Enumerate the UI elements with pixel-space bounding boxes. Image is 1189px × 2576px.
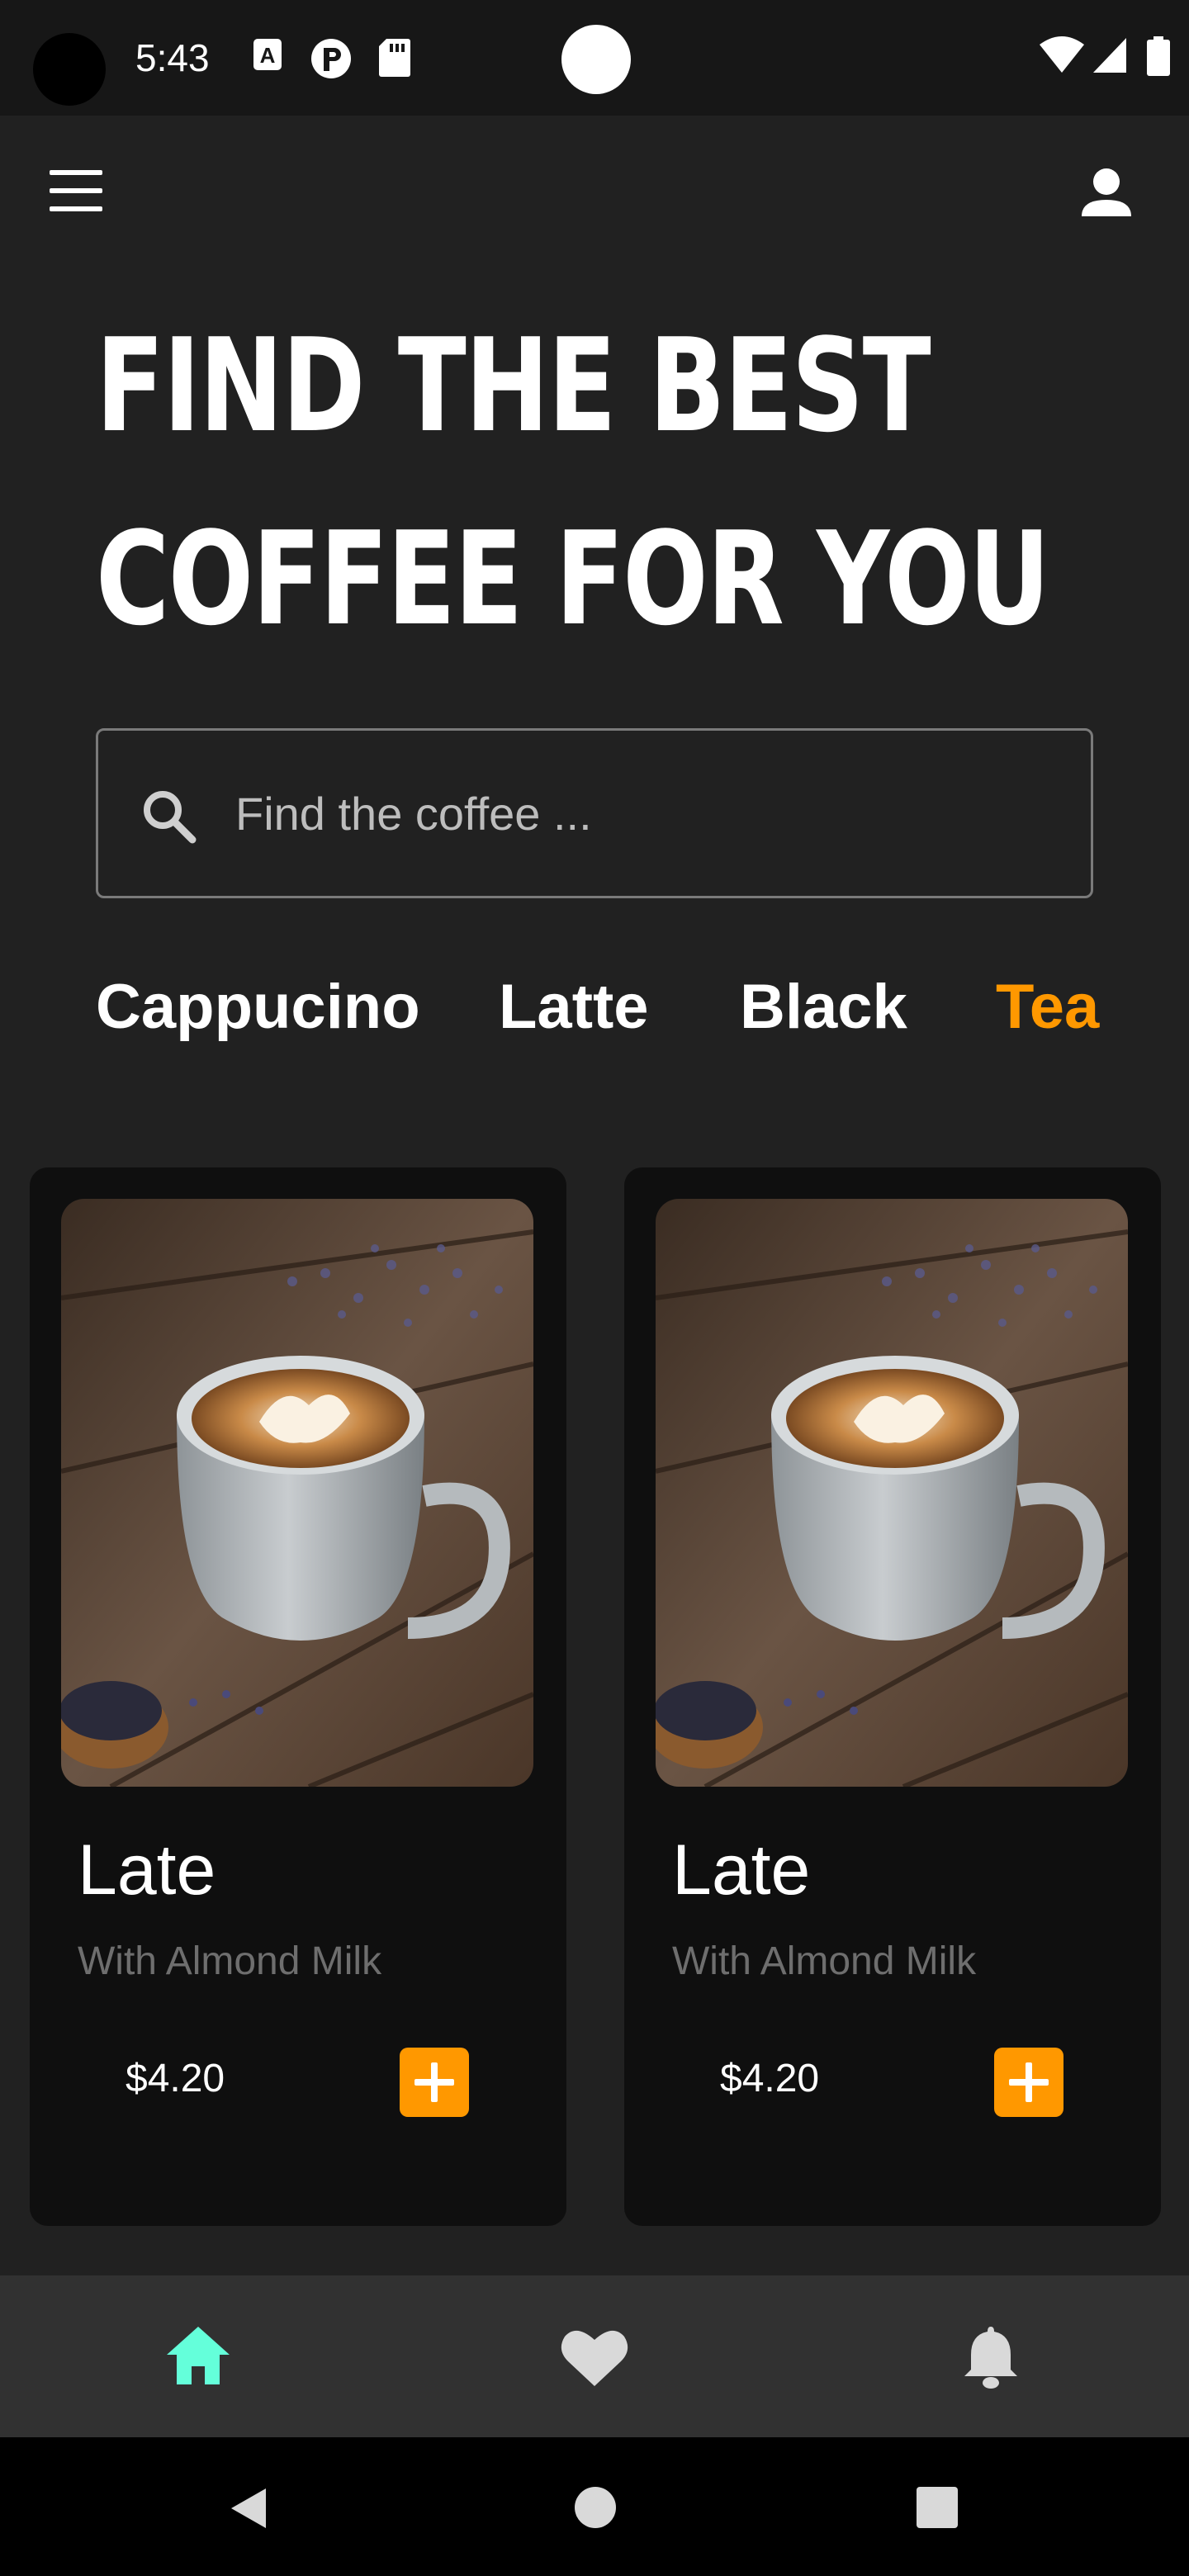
sd-card-icon xyxy=(379,39,410,77)
tab-black[interactable]: Black xyxy=(740,966,907,1049)
search-icon xyxy=(144,791,197,844)
p-circle-icon xyxy=(311,39,351,78)
bottom-navigation xyxy=(0,2275,1189,2437)
tab-latte[interactable]: Latte xyxy=(499,966,649,1049)
product-price: $4.20 xyxy=(126,2057,225,2100)
hamburger-menu-icon[interactable] xyxy=(50,170,112,216)
tab-tea[interactable]: Tea xyxy=(996,966,1099,1049)
home-circle-icon[interactable] xyxy=(573,2485,618,2530)
recents-icon[interactable] xyxy=(915,2485,959,2530)
product-card[interactable]: Late With Almond Milk $4.20 xyxy=(624,1167,1161,2226)
search-box[interactable] xyxy=(96,728,1093,898)
tab-cappucino[interactable]: Cappucino xyxy=(96,966,420,1049)
bell-icon[interactable] xyxy=(950,2315,1032,2398)
headline-line-1: FIND THE BEST xyxy=(96,310,931,461)
product-subtitle: With Almond Milk xyxy=(672,1939,977,1983)
add-to-cart-button[interactable] xyxy=(400,2048,469,2117)
signal-icon xyxy=(1093,38,1126,73)
camera-cutout xyxy=(33,33,106,106)
product-price: $4.20 xyxy=(720,2057,820,2100)
product-name: Late xyxy=(672,1830,811,1910)
product-subtitle: With Almond Milk xyxy=(78,1939,382,1983)
product-image xyxy=(61,1199,533,1787)
add-to-cart-button[interactable] xyxy=(994,2048,1063,2117)
system-navigation-bar xyxy=(0,2437,1189,2576)
headline-line-2: COFFEE FOR YOU xyxy=(96,504,1050,654)
product-name: Late xyxy=(78,1830,216,1910)
battery-icon xyxy=(1147,36,1170,76)
back-icon[interactable] xyxy=(225,2484,274,2533)
search-input[interactable] xyxy=(235,764,1045,863)
home-icon[interactable] xyxy=(157,2315,239,2398)
product-card[interactable]: Late With Almond Milk $4.20 xyxy=(30,1167,566,2226)
svg-text:A: A xyxy=(260,43,276,68)
a-box-icon: A xyxy=(253,39,282,70)
category-tabs: Cappucino Latte Black Tea xyxy=(96,966,1136,1049)
center-indicator-dot xyxy=(561,25,631,94)
page-headline: FIND THE BEST COFFEE FOR YOU xyxy=(96,289,1050,675)
product-image xyxy=(656,1199,1128,1787)
status-bar: 5:43 A xyxy=(0,0,1189,116)
person-icon[interactable] xyxy=(1073,165,1139,225)
heart-icon[interactable] xyxy=(553,2315,636,2398)
status-time: 5:43 xyxy=(135,36,210,79)
wifi-icon xyxy=(1040,36,1084,73)
